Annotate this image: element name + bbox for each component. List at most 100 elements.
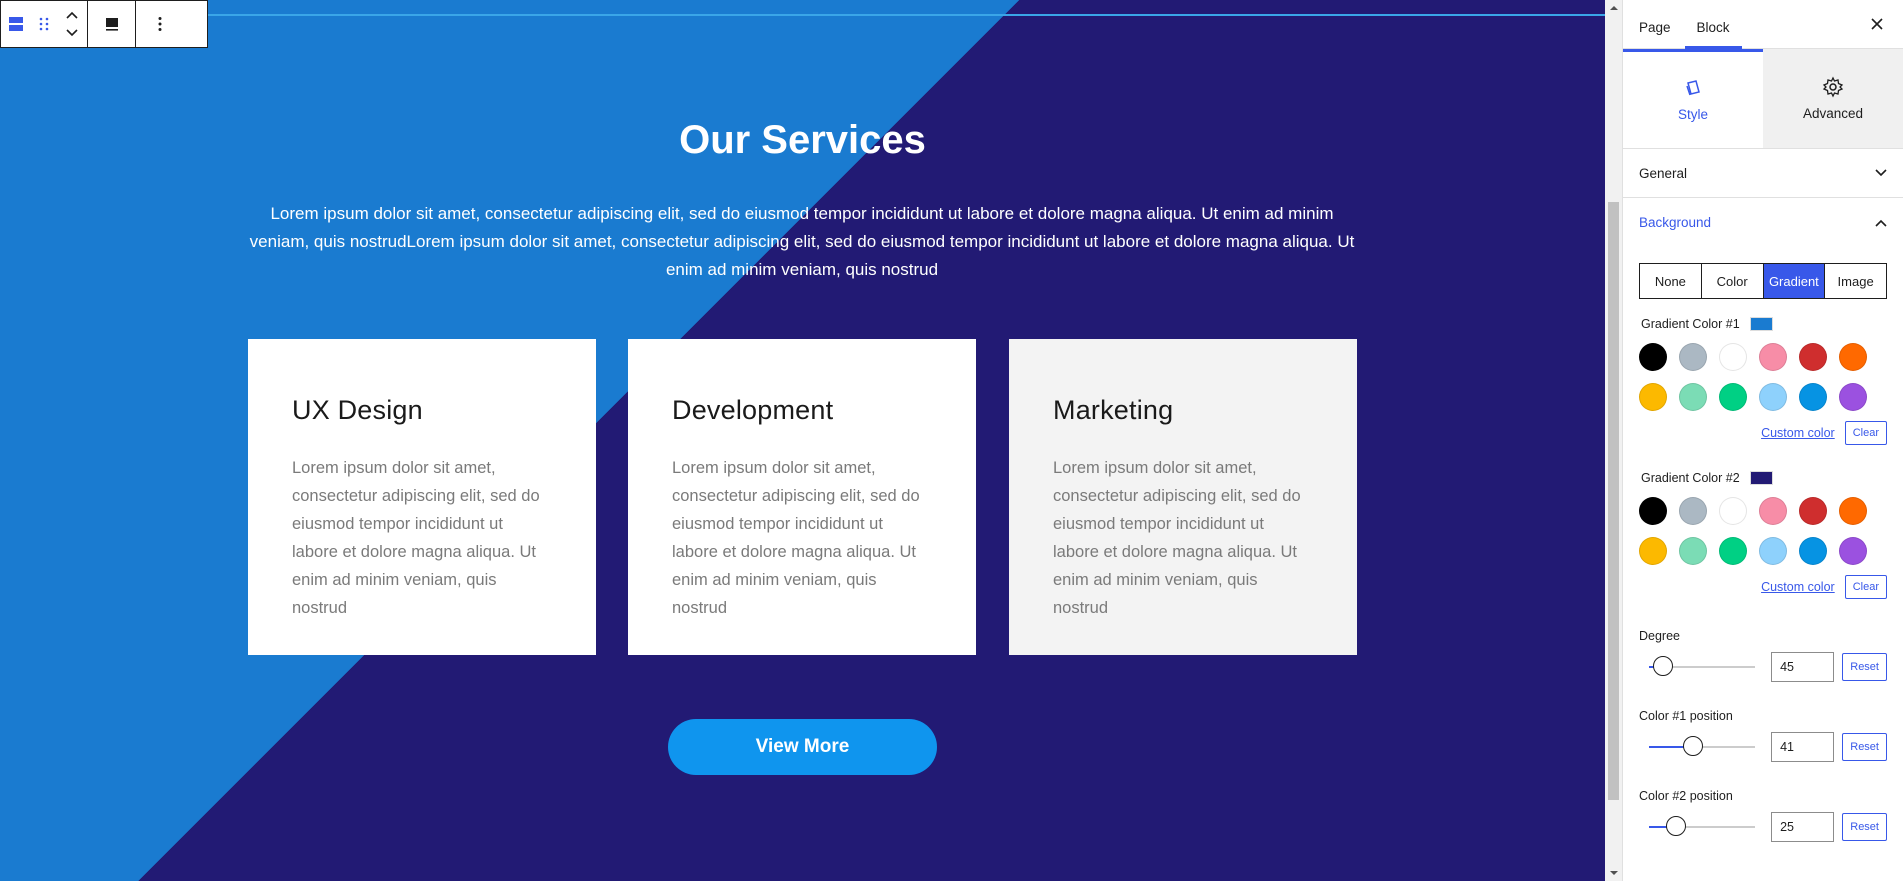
palette-color-swatch[interactable] [1759, 383, 1787, 411]
palette-color-swatch[interactable] [1639, 497, 1667, 525]
degree-reset-button[interactable]: Reset [1842, 653, 1887, 681]
drag-handle-icon[interactable] [31, 1, 57, 47]
custom-color-link[interactable]: Custom color [1761, 426, 1835, 440]
editor-canvas[interactable]: Our Services Lorem ipsum dolor sit amet,… [0, 0, 1605, 881]
color2-position-slider[interactable] [1649, 816, 1756, 836]
color-palette-1 [1639, 343, 1887, 411]
palette-color-swatch[interactable] [1839, 383, 1867, 411]
tab-advanced[interactable]: Advanced [1763, 49, 1903, 148]
palette-color-swatch[interactable] [1679, 383, 1707, 411]
section-description[interactable]: Lorem ipsum dolor sit amet, consectetur … [244, 200, 1360, 284]
color2-position-reset-button[interactable]: Reset [1842, 813, 1887, 841]
color1-position-slider[interactable] [1649, 736, 1756, 756]
card-title[interactable]: Marketing [1053, 395, 1313, 426]
card-title[interactable]: UX Design [292, 395, 552, 426]
toolbar-group-more [136, 1, 183, 47]
palette-color-swatch[interactable] [1719, 383, 1747, 411]
gradient-color-2-swatch [1749, 471, 1773, 485]
block-toolbar [0, 0, 208, 48]
tab-style-label: Style [1677, 106, 1708, 122]
palette-color-swatch[interactable] [1759, 497, 1787, 525]
gradient-color-1-label-row: Gradient Color #1 [1641, 317, 1885, 331]
card-title[interactable]: Development [672, 395, 932, 426]
clear-button[interactable]: Clear [1844, 421, 1887, 445]
gear-icon [1822, 76, 1844, 98]
palette-color-swatch[interactable] [1839, 497, 1867, 525]
section-title[interactable]: Our Services [0, 118, 1605, 163]
service-card-marketing[interactable]: Marketing Lorem ipsum dolor sit amet, co… [1009, 339, 1357, 655]
chevron-up-icon [1875, 219, 1887, 227]
palette-color-swatch[interactable] [1799, 497, 1827, 525]
tab-block[interactable]: Block [1684, 20, 1742, 49]
palette-color-swatch[interactable] [1639, 537, 1667, 565]
palette-color-swatch[interactable] [1799, 343, 1827, 371]
scrollbar-thumb[interactable] [1608, 202, 1619, 800]
clear-button[interactable]: Clear [1844, 575, 1887, 599]
service-card-ux-design[interactable]: UX Design Lorem ipsum dolor sit amet, co… [248, 339, 596, 655]
palette-color-swatch[interactable] [1799, 537, 1827, 565]
move-up-down-icon[interactable] [57, 1, 87, 47]
close-icon[interactable] [1867, 14, 1887, 34]
card-text[interactable]: Lorem ipsum dolor sit amet, consectetur … [292, 454, 552, 622]
palette-color-swatch[interactable] [1679, 537, 1707, 565]
palette-1-actions: Custom color Clear [1639, 421, 1887, 445]
toolbar-group-align [88, 1, 136, 47]
panel-tabs: Style Advanced [1623, 49, 1903, 149]
custom-color-link[interactable]: Custom color [1761, 580, 1835, 594]
scroll-down-arrow-icon[interactable] [1605, 865, 1622, 881]
color1-position-label: Color #1 position [1639, 709, 1733, 723]
card-text[interactable]: Lorem ipsum dolor sit amet, consectetur … [672, 454, 932, 622]
color-palette-2 [1639, 497, 1887, 565]
view-more-button[interactable]: View More [668, 719, 937, 775]
palette-color-swatch[interactable] [1679, 497, 1707, 525]
palette-color-swatch[interactable] [1759, 537, 1787, 565]
color1-position-slider-thumb[interactable] [1683, 736, 1703, 756]
scroll-up-arrow-icon[interactable] [1605, 0, 1622, 16]
palette-color-swatch[interactable] [1679, 343, 1707, 371]
gradient-color-2-label: Gradient Color #2 [1641, 471, 1740, 485]
tab-page[interactable]: Page [1639, 20, 1683, 48]
settings-sidebar: Page Block Style Advanced General Backgr… [1622, 0, 1903, 881]
palette-color-swatch[interactable] [1719, 537, 1747, 565]
canvas-scrollbar[interactable] [1605, 0, 1622, 881]
style-brush-icon [1686, 79, 1700, 95]
palette-color-swatch[interactable] [1639, 343, 1667, 371]
accordion-background-label: Background [1639, 215, 1712, 230]
chevron-down-icon [1875, 169, 1887, 177]
tab-style[interactable]: Style [1623, 49, 1763, 148]
gradient-color-1-label: Gradient Color #1 [1641, 317, 1740, 331]
degree-slider-thumb[interactable] [1653, 656, 1673, 676]
palette-2-actions: Custom color Clear [1639, 575, 1887, 599]
palette-color-swatch[interactable] [1719, 497, 1747, 525]
block-selection-outline [0, 14, 1605, 16]
color1-position-input[interactable]: 41 [1771, 732, 1835, 762]
degree-slider[interactable] [1649, 656, 1756, 676]
color2-position-input[interactable]: 25 [1771, 812, 1835, 842]
palette-color-swatch[interactable] [1839, 343, 1867, 371]
color2-position-control: 25 Reset [1639, 811, 1887, 843]
degree-input[interactable]: 45 [1771, 652, 1835, 682]
align-block-icon[interactable] [88, 1, 135, 47]
palette-color-swatch[interactable] [1639, 383, 1667, 411]
accordion-general[interactable]: General [1623, 149, 1903, 198]
service-card-development[interactable]: Development Lorem ipsum dolor sit amet, … [628, 339, 976, 655]
bg-type-none[interactable]: None [1640, 264, 1702, 298]
section-layout-icon[interactable] [1, 1, 31, 47]
gradient-color-1-swatch [1749, 317, 1773, 331]
color2-position-slider-thumb[interactable] [1666, 816, 1686, 836]
card-text[interactable]: Lorem ipsum dolor sit amet, consectetur … [1053, 454, 1313, 622]
sidebar-header: Page Block [1623, 0, 1903, 49]
accordion-general-label: General [1639, 165, 1688, 181]
bg-type-color[interactable]: Color [1702, 264, 1764, 298]
palette-color-swatch[interactable] [1719, 343, 1747, 371]
bg-type-image[interactable]: Image [1825, 264, 1886, 298]
toolbar-group-block [1, 1, 88, 47]
accordion-background[interactable]: Background [1623, 198, 1903, 247]
degree-label: Degree [1639, 629, 1680, 643]
palette-color-swatch[interactable] [1759, 343, 1787, 371]
bg-type-gradient[interactable]: Gradient [1763, 264, 1826, 298]
palette-color-swatch[interactable] [1839, 537, 1867, 565]
palette-color-swatch[interactable] [1799, 383, 1827, 411]
color1-position-reset-button[interactable]: Reset [1842, 733, 1887, 761]
more-options-icon[interactable] [136, 1, 183, 47]
